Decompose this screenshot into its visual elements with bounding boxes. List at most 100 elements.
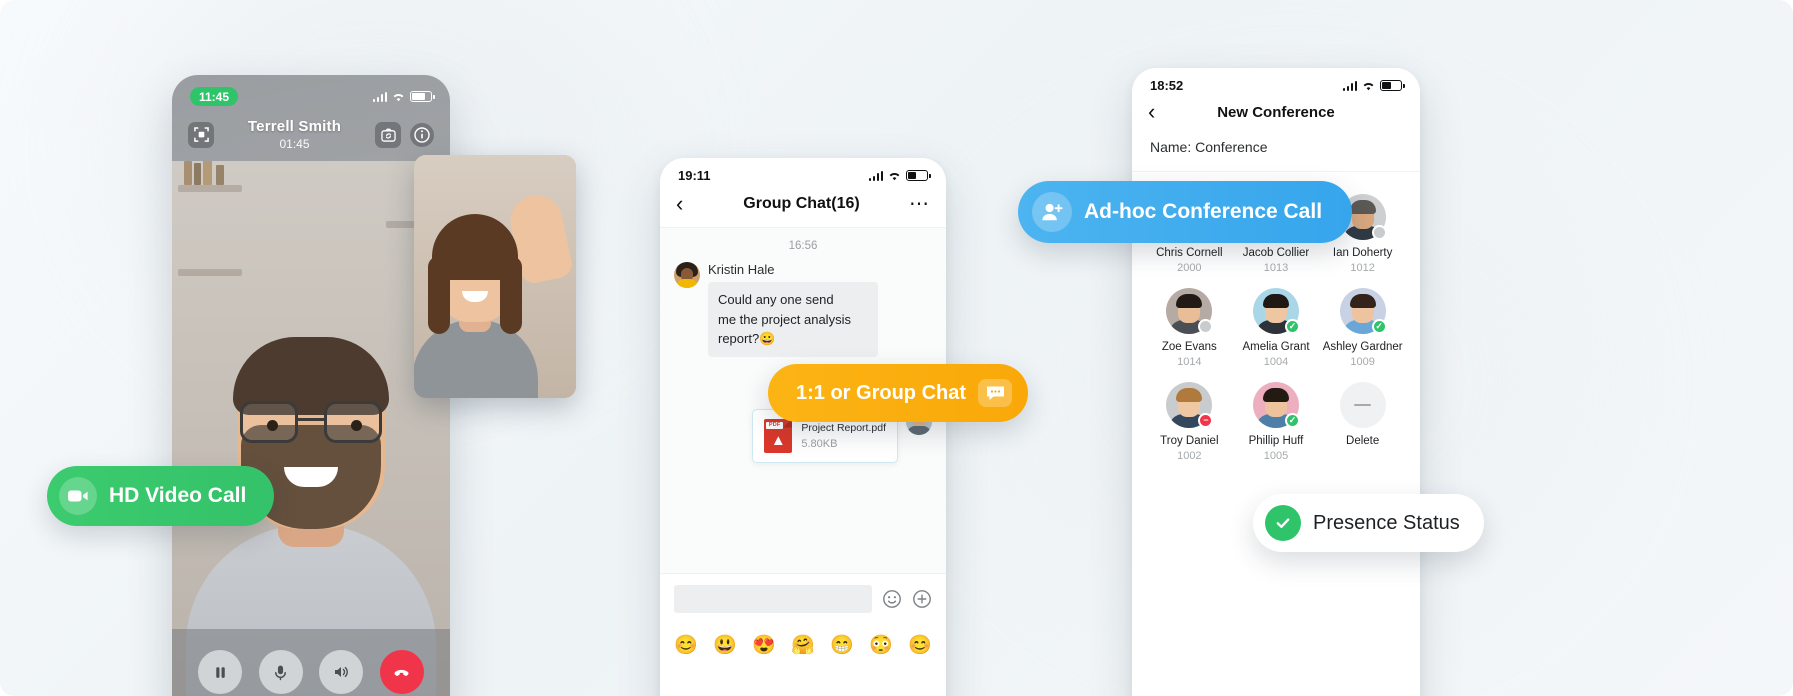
feature-badge-group-chat[interactable]: 1:1 or Group Chat xyxy=(768,364,1029,422)
status-bar-chat: 19:11 xyxy=(660,158,946,187)
battery-icon xyxy=(1380,80,1405,91)
message-timestamp: 16:56 xyxy=(788,240,818,252)
conference-name-field[interactable]: Name: Conference xyxy=(1132,137,1420,172)
phone-mockup-conference: 18:52 ‹ New Conference Name: Conference … xyxy=(1132,68,1420,696)
phone-mockup-chat: 19:11 ‹ Group Chat(16) ⋯ 16:56 Kristin H… xyxy=(660,158,946,696)
participant-name: Zoe Evans xyxy=(1161,341,1217,353)
hero-illustration-canvas: 11:45 Terrell Smith 01:45 19:11 ‹ Group … xyxy=(0,0,1793,696)
participant-extension: 2000 xyxy=(1177,262,1202,274)
emoji-item[interactable]: 😳 xyxy=(869,633,893,657)
emoji-smiley-icon[interactable] xyxy=(882,589,902,609)
minus-icon xyxy=(1339,382,1386,428)
participant-name: Ashley Gardner xyxy=(1322,341,1403,353)
participant-extension: 1005 xyxy=(1263,450,1289,462)
message-input[interactable] xyxy=(674,585,872,613)
video-call-main-feed xyxy=(172,161,450,696)
video-call-pip-window[interactable] xyxy=(414,155,576,398)
participant-name: Jacob Collier xyxy=(1242,247,1310,259)
file-size: 5.80KB xyxy=(801,437,838,450)
status-bar-conference: 18:52 xyxy=(1132,68,1420,97)
emoji-item[interactable]: 😊 xyxy=(908,633,932,657)
participant-extension: 1009 xyxy=(1350,356,1375,368)
scan-frame-icon[interactable] xyxy=(188,121,214,148)
chat-message-incoming: Kristin Hale Could any one send me the p… xyxy=(674,262,932,357)
delete-label: Delete xyxy=(1346,435,1380,447)
status-bar-time: 18:52 xyxy=(1150,78,1184,93)
check-circle-icon xyxy=(1265,505,1301,541)
message-line-2: me the project analysis xyxy=(718,311,851,327)
participant-name: Phillip Huff xyxy=(1248,435,1304,447)
conference-participant[interactable]: ✓ Phillip Huff 1005 xyxy=(1233,382,1320,462)
back-chevron-icon[interactable]: ‹ xyxy=(676,193,694,215)
pdf-label: PDF xyxy=(766,421,783,429)
emoji-item[interactable]: 😃 xyxy=(713,633,737,657)
pdf-file-icon: PDF ▲ xyxy=(764,418,793,453)
wifi-icon xyxy=(1362,81,1375,91)
wifi-icon xyxy=(888,171,901,181)
emoji-picker-row: 😊 😃 😍 🤗 😁 😳 😊 xyxy=(660,624,946,663)
feature-badge-label: HD Video Call xyxy=(109,484,247,507)
message-emoji: 😀 xyxy=(759,331,776,346)
emoji-item[interactable]: 😁 xyxy=(830,633,854,657)
page-title: New Conference xyxy=(1217,103,1335,121)
speaker-button[interactable] xyxy=(319,650,364,694)
pip-participant xyxy=(414,198,538,398)
message-bubble: Could any one send me the project analys… xyxy=(708,282,878,357)
conference-participant[interactable]: ✓ Amelia Grant 1004 xyxy=(1233,288,1320,368)
chat-bubble-icon xyxy=(978,379,1013,407)
info-circle-icon[interactable] xyxy=(410,122,434,147)
camera-flip-icon[interactable] xyxy=(375,121,401,148)
participant-extension: 1004 xyxy=(1263,356,1289,368)
emoji-item[interactable]: 🤗 xyxy=(791,633,815,657)
presence-status-badge xyxy=(1371,225,1387,240)
delete-participant-button[interactable]: Delete xyxy=(1319,382,1406,462)
message-line-3: report? xyxy=(718,331,760,346)
video-call-control-bar xyxy=(172,629,450,696)
video-camera-icon xyxy=(59,477,97,515)
feature-badge-label: 1:1 or Group Chat xyxy=(796,381,967,404)
end-call-button[interactable] xyxy=(379,650,424,694)
chat-title: Group Chat(16) xyxy=(743,195,860,212)
call-duration: 01:45 xyxy=(279,136,310,151)
message-sender-name: Kristin Hale xyxy=(708,262,775,277)
presence-status-badge: ✓ xyxy=(1371,319,1387,334)
mute-button[interactable] xyxy=(258,650,303,694)
callee-name: Terrell Smith xyxy=(247,118,342,135)
feature-badge-label: Ad-hoc Conference Call xyxy=(1084,200,1323,223)
participant-name: Ian Doherty xyxy=(1332,247,1393,259)
signal-bars-icon xyxy=(868,170,883,181)
participant-extension: 1014 xyxy=(1177,356,1202,368)
add-person-icon xyxy=(1032,192,1072,232)
participant-name: Chris Cornell xyxy=(1156,247,1223,259)
participant-extension: 1013 xyxy=(1263,262,1289,274)
avatar xyxy=(674,262,700,288)
phone-mockup-video-call: 11:45 Terrell Smith 01:45 xyxy=(172,75,450,696)
conference-participant[interactable]: − Troy Daniel 1002 xyxy=(1146,382,1233,462)
signal-bars-icon xyxy=(372,91,387,102)
conference-participant[interactable]: Zoe Evans 1014 xyxy=(1146,288,1233,368)
emoji-item[interactable]: 😍 xyxy=(752,633,776,657)
feature-badge-adhoc-conference[interactable]: Ad-hoc Conference Call xyxy=(1018,181,1353,243)
presence-status-badge: ✓ xyxy=(1284,319,1300,334)
back-chevron-icon[interactable]: ‹ xyxy=(1148,101,1166,123)
wifi-icon xyxy=(392,92,405,102)
more-dots-icon[interactable]: ⋯ xyxy=(909,194,930,214)
file-name: Project Report.pdf xyxy=(801,421,886,434)
conference-participant[interactable]: ✓ Ashley Gardner 1009 xyxy=(1319,288,1406,368)
participant-name: Amelia Grant xyxy=(1242,341,1310,353)
signal-bars-icon xyxy=(1342,80,1357,91)
participant-name: Troy Daniel xyxy=(1160,435,1219,447)
feature-badge-hd-video-call[interactable]: HD Video Call xyxy=(47,466,275,526)
plus-circle-icon[interactable] xyxy=(912,589,932,609)
status-bar-time: 11:45 xyxy=(190,87,239,106)
status-bar-time: 19:11 xyxy=(678,168,711,183)
status-bar-video-call: 11:45 xyxy=(172,75,450,110)
feature-badge-presence-status[interactable]: Presence Status xyxy=(1253,494,1484,552)
chat-header: ‹ Group Chat(16) ⋯ xyxy=(660,187,946,228)
pause-button[interactable] xyxy=(198,650,243,694)
emoji-item[interactable]: 😊 xyxy=(674,633,698,657)
video-call-callee: Terrell Smith 01:45 xyxy=(248,118,341,152)
chat-input-bar xyxy=(660,573,946,624)
battery-icon xyxy=(410,91,435,102)
feature-badge-label: Presence Status xyxy=(1313,511,1460,534)
